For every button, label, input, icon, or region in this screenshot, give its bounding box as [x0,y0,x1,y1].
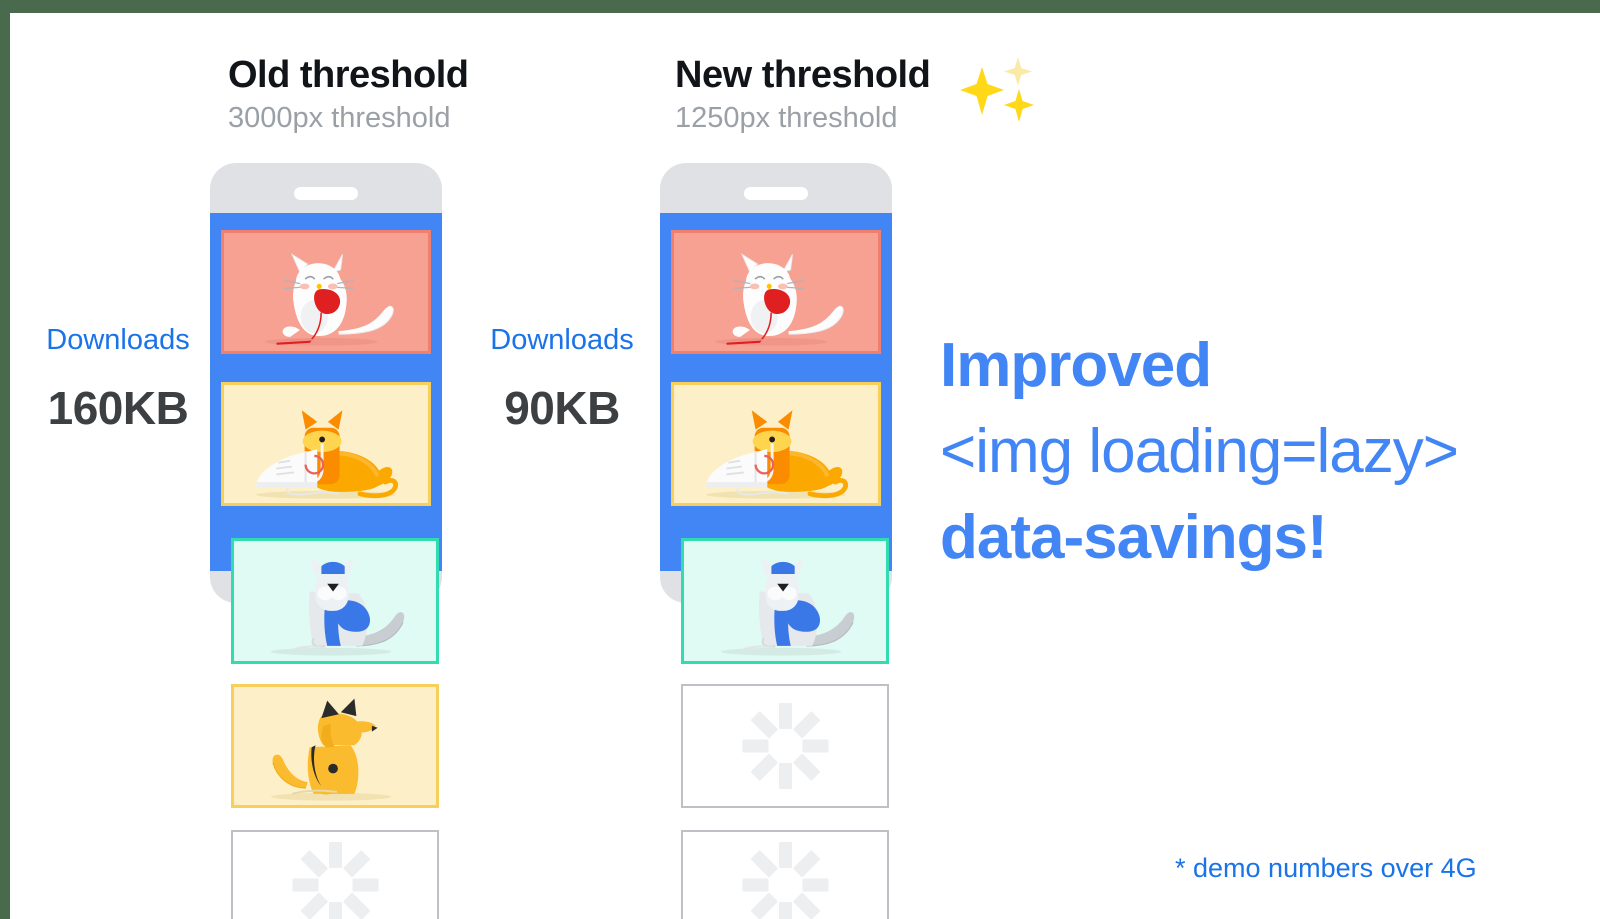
slide-canvas: Old threshold 3000px threshold New thres… [10,13,1600,919]
downloads-label-old: Downloads [46,324,190,356]
white-cat-red-yarn-illustration [714,253,844,346]
headline-block: Improved <img loading=lazy> data-savings… [940,323,1459,581]
white-cat-red-yarn-illustration [264,253,394,346]
loading-spinner-icon [742,703,828,789]
downloads-value-new: 90KB [504,382,620,434]
image-card[interactable] [671,230,881,354]
phone-speaker [744,187,808,200]
loading-spinner-icon [292,842,378,919]
gray-blue-cat-illustration [720,556,855,656]
downloads-block-new: Downloads 90KB [472,323,652,437]
sparkles-icon [956,49,1042,135]
loading-spinner-icon [742,842,828,919]
image-card[interactable] [681,538,889,664]
image-card[interactable] [231,684,439,808]
column-header-new: New threshold 1250px threshold [675,53,1042,137]
column-subtitle-old: 3000px threshold [228,102,451,134]
image-placeholder-card[interactable] [231,830,439,919]
gray-blue-cat-illustration [270,556,405,656]
orange-cat-sneaker-illustration [705,410,849,499]
image-card[interactable] [671,382,881,506]
column-subtitle-new: 1250px threshold [675,102,898,134]
image-card[interactable] [221,382,431,506]
headline-line-3: data-savings! [940,503,1328,572]
image-card[interactable] [231,538,439,664]
headline-line-1: Improved [940,331,1212,400]
headline-line-2: <img loading=lazy> [940,417,1459,486]
downloads-block-old: Downloads 160KB [28,323,208,437]
downloads-value-old: 160KB [47,382,189,434]
column-title-old: Old threshold [228,54,469,96]
downloads-label-new: Downloads [490,324,634,356]
yellow-dog-sunglasses-illustration [270,698,392,801]
column-title-new: New threshold [675,54,931,96]
footnote-text: * demo numbers over 4G [1175,853,1477,883]
image-placeholder-card[interactable] [681,830,889,919]
image-card[interactable] [221,230,431,354]
phone-speaker [294,187,358,200]
orange-cat-sneaker-illustration [255,410,399,499]
image-placeholder-card[interactable] [681,684,889,808]
column-header-old: Old threshold 3000px threshold [228,53,469,137]
